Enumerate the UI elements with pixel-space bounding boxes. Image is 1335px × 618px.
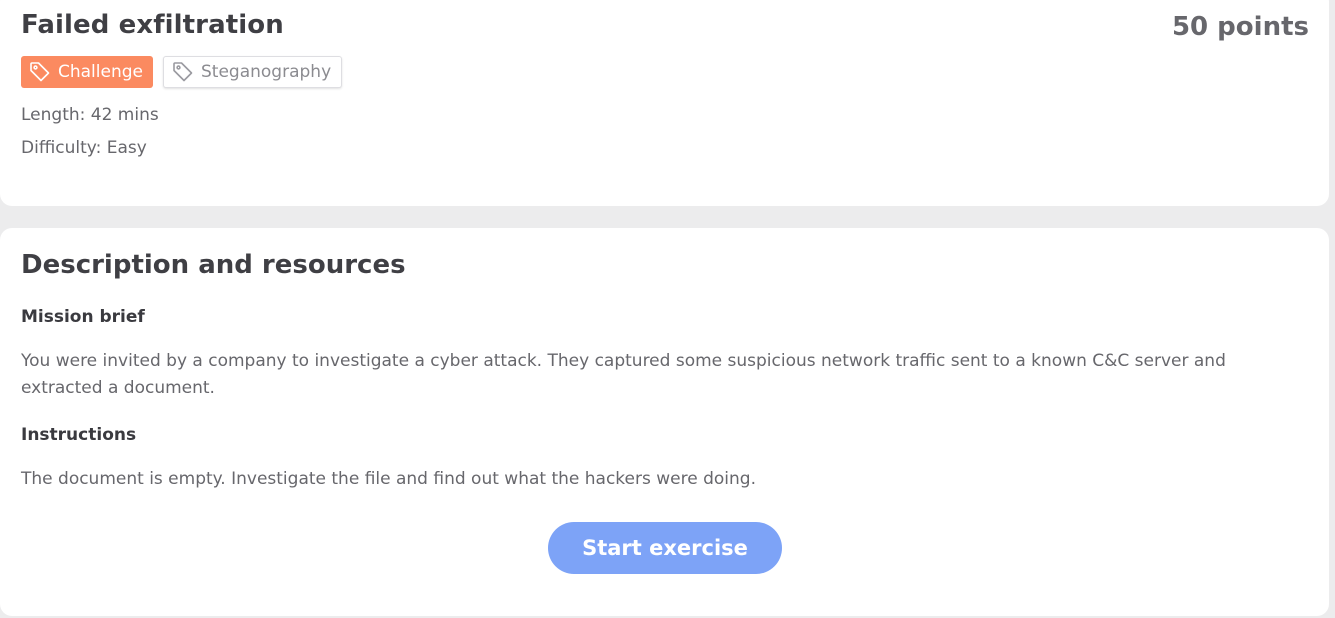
start-exercise-button[interactable]: Start exercise (548, 522, 782, 574)
tag-label: Challenge (58, 62, 143, 82)
exercise-title: Failed exfiltration (21, 10, 284, 40)
tag-steganography[interactable]: Steganography (163, 56, 343, 88)
mission-brief-text: You were invited by a company to investi… (21, 351, 1226, 398)
tag-icon (173, 62, 193, 82)
exercise-points: 50 points (1171, 12, 1309, 42)
mission-brief-heading: Mission brief (21, 307, 145, 327)
tag-challenge[interactable]: Challenge (21, 56, 153, 88)
exercise-summary-card: Failed exfiltration 50 points Challenge … (0, 0, 1329, 206)
tag-label: Steganography (201, 62, 332, 82)
exercise-difficulty: Difficulty: Easy (21, 138, 147, 158)
description-card: Description and resources Mission brief … (0, 228, 1329, 616)
tag-icon (30, 62, 50, 82)
exercise-length: Length: 42 mins (21, 105, 159, 125)
instructions-text: The document is empty. Investigate the f… (21, 469, 756, 489)
tag-list: Challenge Steganography (21, 56, 343, 88)
instructions-heading: Instructions (21, 425, 137, 445)
section-title: Description and resources (21, 250, 406, 280)
